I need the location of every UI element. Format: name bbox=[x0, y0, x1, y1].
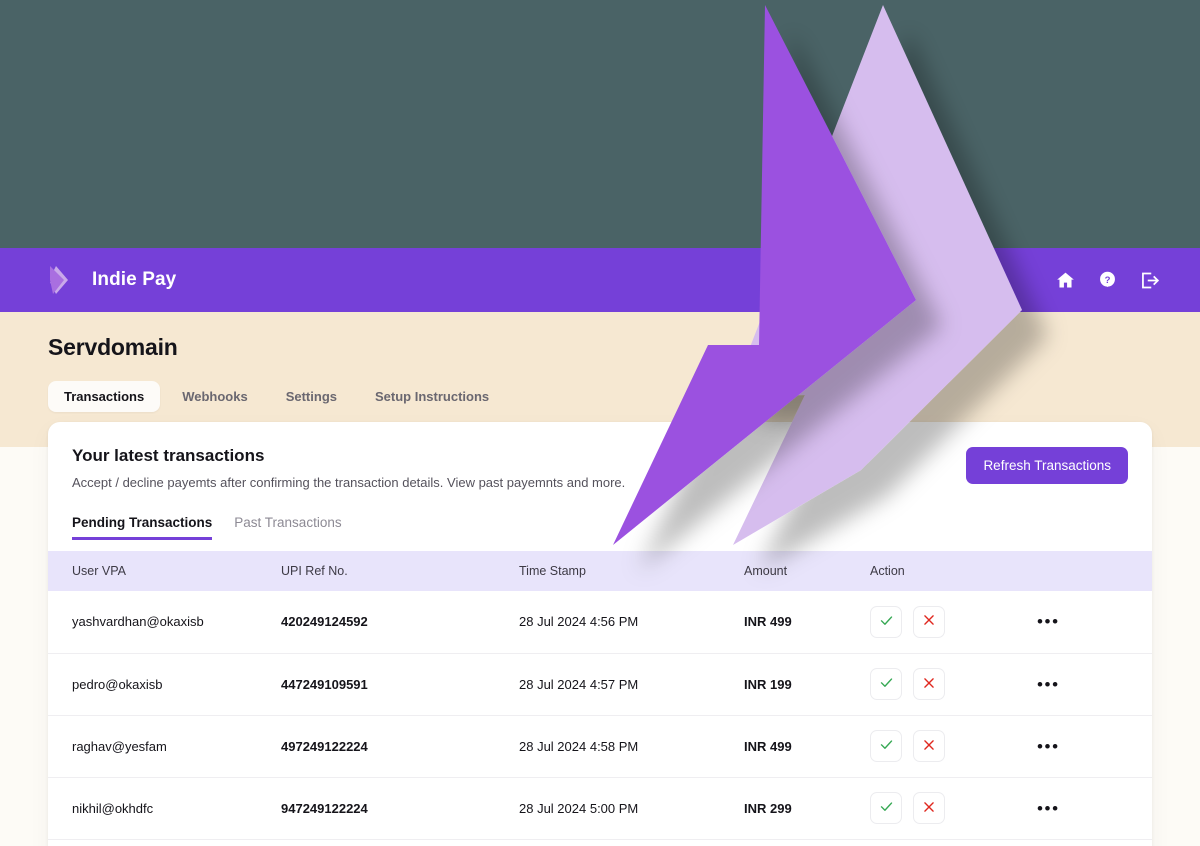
transactions-table: User VPA UPI Ref No. Time Stamp Amount A… bbox=[48, 551, 1152, 846]
decline-transaction-button[interactable] bbox=[913, 730, 945, 762]
column-header-time-stamp: Time Stamp bbox=[519, 564, 586, 578]
column-header-upi-ref: UPI Ref No. bbox=[281, 564, 348, 578]
cell-action: ••• bbox=[870, 715, 1152, 778]
double-chevron-logo-icon bbox=[48, 264, 78, 296]
app-navbar: Indie Pay ? bbox=[0, 248, 1200, 312]
home-icon[interactable] bbox=[1055, 270, 1076, 291]
subtab-pending-transactions[interactable]: Pending Transactions bbox=[72, 515, 213, 540]
table-row[interactable]: raghav@yesfam 497249122224 28 Jul 2024 4… bbox=[48, 715, 1152, 778]
cell-user-vpa: pedro@okaxisb bbox=[48, 653, 281, 716]
table-row[interactable]: nikhil@okhdfc 947249122224 28 Jul 2024 5… bbox=[48, 777, 1152, 840]
cell-user-vpa: nikhil@okhdfc bbox=[48, 777, 281, 840]
decline-transaction-button[interactable] bbox=[913, 605, 945, 638]
accept-transaction-button[interactable] bbox=[870, 730, 902, 762]
cell-user-vpa bbox=[48, 839, 281, 846]
cell-user-vpa: yashvardhan@okaxisb bbox=[48, 591, 281, 654]
refresh-transactions-button[interactable]: Refresh Transactions bbox=[966, 447, 1128, 484]
primary-tabs: Transactions Webhooks Settings Setup Ins… bbox=[48, 381, 1152, 412]
cell-time-stamp: 28 Jul 2024 4:56 PM bbox=[519, 591, 744, 654]
cell-amount: INR 199 bbox=[744, 653, 870, 716]
kebab-menu-icon[interactable]: ••• bbox=[1037, 738, 1060, 755]
cross-icon bbox=[922, 738, 936, 755]
table-header-row: User VPA UPI Ref No. Time Stamp Amount A… bbox=[48, 551, 1152, 591]
accept-transaction-button[interactable] bbox=[870, 668, 902, 700]
logout-icon[interactable] bbox=[1139, 270, 1160, 291]
cell-time-stamp: 28 Jul 2024 4:58 PM bbox=[519, 715, 744, 778]
cell-action: ••• bbox=[870, 653, 1152, 716]
decline-transaction-button[interactable] bbox=[913, 792, 945, 824]
cell-amount: INR 499 bbox=[744, 715, 870, 778]
cell-action bbox=[870, 839, 1152, 846]
column-header-action: Action bbox=[870, 564, 905, 578]
cell-upi-ref: 447249109591 bbox=[281, 653, 519, 716]
cell-amount: INR 499 bbox=[744, 591, 870, 654]
check-icon bbox=[879, 675, 894, 693]
cell-upi-ref bbox=[281, 839, 519, 846]
cell-action: ••• bbox=[870, 777, 1152, 840]
cell-amount: INR 299 bbox=[744, 777, 870, 840]
tab-setup-instructions[interactable]: Setup Instructions bbox=[359, 381, 505, 412]
cell-action: ••• bbox=[870, 591, 1152, 654]
subtab-past-transactions[interactable]: Past Transactions bbox=[234, 515, 341, 540]
table-row[interactable]: pedro@okaxisb 447249109591 28 Jul 2024 4… bbox=[48, 653, 1152, 716]
kebab-menu-icon[interactable]: ••• bbox=[1037, 800, 1060, 817]
table-row[interactable]: yashvardhan@okaxisb 420249124592 28 Jul … bbox=[48, 591, 1152, 654]
cross-icon bbox=[922, 676, 936, 693]
tab-transactions[interactable]: Transactions bbox=[48, 381, 161, 412]
column-header-amount: Amount bbox=[744, 564, 788, 578]
cross-icon bbox=[922, 800, 936, 817]
cell-time-stamp: 28 Jul 2024 5:00 PM bbox=[519, 777, 744, 840]
desktop-backdrop bbox=[0, 0, 1200, 248]
cell-upi-ref: 420249124592 bbox=[281, 591, 519, 654]
accept-transaction-button[interactable] bbox=[870, 792, 902, 824]
help-icon[interactable]: ? bbox=[1097, 270, 1118, 291]
cell-time-stamp: 28 Jul 2024 4:57 PM bbox=[519, 653, 744, 716]
svg-text:?: ? bbox=[1105, 274, 1111, 285]
cell-upi-ref: 947249122224 bbox=[281, 777, 519, 840]
kebab-menu-icon[interactable]: ••• bbox=[1037, 613, 1060, 630]
card-header: Your latest transactions Accept / declin… bbox=[48, 422, 1152, 540]
kebab-menu-icon[interactable]: ••• bbox=[1037, 676, 1060, 693]
cell-user-vpa: raghav@yesfam bbox=[48, 715, 281, 778]
check-icon bbox=[879, 799, 894, 817]
cell-amount bbox=[744, 839, 870, 846]
cross-icon bbox=[922, 613, 936, 630]
check-icon bbox=[879, 737, 894, 755]
table-body: yashvardhan@okaxisb 420249124592 28 Jul … bbox=[48, 591, 1152, 846]
brand[interactable]: Indie Pay bbox=[48, 264, 176, 296]
transaction-subtabs: Pending Transactions Past Transactions bbox=[72, 515, 1128, 540]
table-row[interactable] bbox=[48, 839, 1152, 846]
brand-name: Indie Pay bbox=[92, 269, 177, 290]
cell-time-stamp bbox=[519, 839, 744, 846]
column-header-user-vpa: User VPA bbox=[72, 564, 126, 578]
tab-settings[interactable]: Settings bbox=[270, 381, 353, 412]
decline-transaction-button[interactable] bbox=[913, 668, 945, 700]
cell-upi-ref: 497249122224 bbox=[281, 715, 519, 778]
transactions-card: Your latest transactions Accept / declin… bbox=[48, 422, 1152, 846]
navbar-actions: ? bbox=[1055, 270, 1160, 291]
table-head: User VPA UPI Ref No. Time Stamp Amount A… bbox=[48, 551, 1152, 591]
page-title: Servdomain bbox=[48, 334, 178, 360]
accept-transaction-button[interactable] bbox=[870, 605, 902, 638]
check-icon bbox=[879, 613, 894, 631]
tab-webhooks[interactable]: Webhooks bbox=[166, 381, 264, 412]
